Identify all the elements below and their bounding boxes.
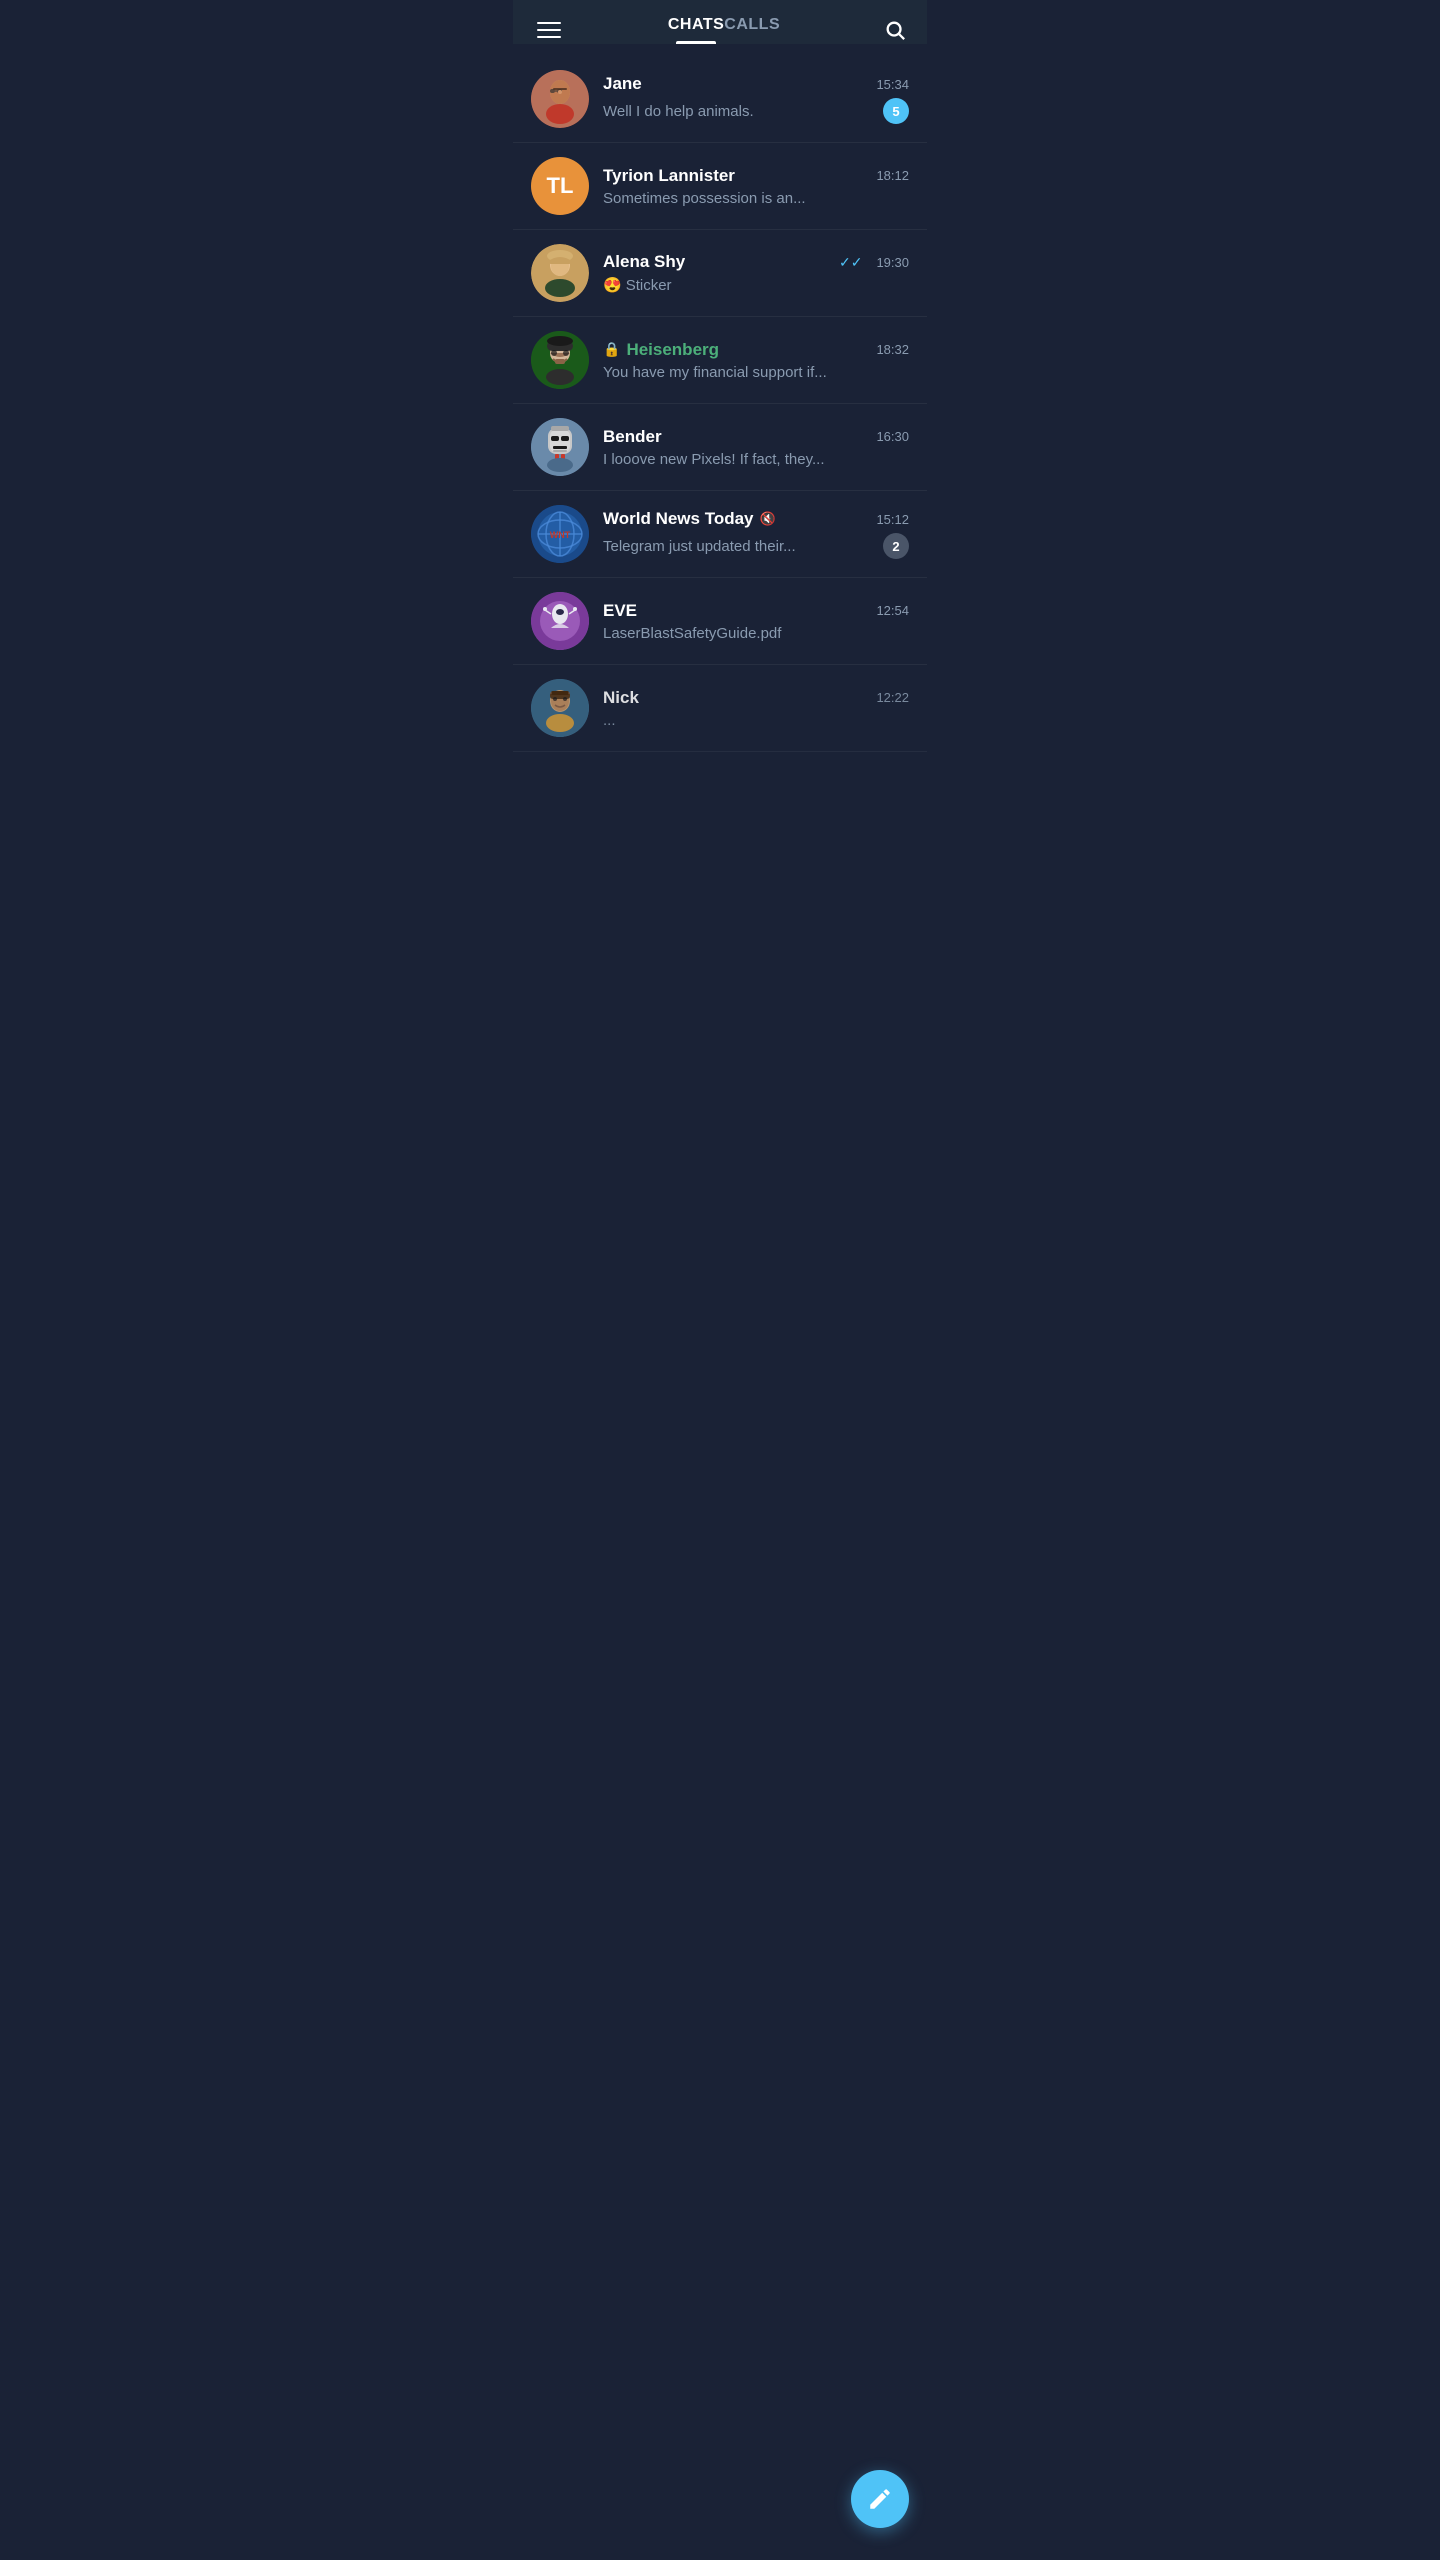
chat-preview: 😍 Sticker xyxy=(603,276,909,294)
chat-info: Nick 12:22 ... xyxy=(603,688,909,729)
tab-bar: CHATS CALLS xyxy=(668,16,780,44)
unread-badge: 2 xyxy=(883,533,909,559)
chat-preview: Sometimes possession is an... xyxy=(603,190,909,207)
chat-name: EVE xyxy=(603,601,637,621)
chat-time: 19:30 xyxy=(876,255,909,270)
chat-preview: You have my financial support if... xyxy=(603,364,909,381)
chat-name: Tyrion Lannister xyxy=(603,166,735,186)
chat-info: Bender 16:30 I looove new Pixels! If fac… xyxy=(603,427,909,468)
avatar xyxy=(531,244,589,302)
avatar: WNT xyxy=(531,505,589,563)
chat-info: World News Today 🔇 15:12 Telegram just u… xyxy=(603,509,909,559)
tab-chats[interactable]: CHATS xyxy=(668,16,724,44)
list-item[interactable]: WNT World News Today 🔇 15:12 Telegram ju… xyxy=(513,491,927,578)
avatar xyxy=(531,592,589,650)
menu-button[interactable] xyxy=(533,18,565,42)
svg-text:WNT: WNT xyxy=(550,530,571,540)
unread-badge: 5 xyxy=(883,98,909,124)
list-item[interactable]: TL Tyrion Lannister 18:12 Sometimes poss… xyxy=(513,143,927,230)
chat-time: 18:32 xyxy=(876,342,909,357)
chat-info: EVE 12:54 LaserBlastSafetyGuide.pdf xyxy=(603,601,909,642)
chat-name: Nick xyxy=(603,688,639,708)
chat-preview: Telegram just updated their... xyxy=(603,538,883,555)
compose-button[interactable] xyxy=(851,2470,909,2528)
chat-info: Alena Shy ✓✓ 19:30 😍 Sticker xyxy=(603,252,909,294)
avatar xyxy=(531,418,589,476)
chat-name: World News Today 🔇 xyxy=(603,509,776,529)
chat-time: 12:54 xyxy=(876,603,909,618)
chat-preview: I looove new Pixels! If fact, they... xyxy=(603,451,909,468)
chat-preview: Well I do help animals. xyxy=(603,103,883,120)
avatar xyxy=(531,679,589,737)
tab-calls[interactable]: CALLS xyxy=(724,16,780,44)
chat-name: Jane xyxy=(603,74,642,94)
list-item[interactable]: Jane 15:34 Well I do help animals. 5 xyxy=(513,56,927,143)
mute-icon: 🔇 xyxy=(760,511,776,527)
list-item[interactable]: EVE 12:54 LaserBlastSafetyGuide.pdf xyxy=(513,578,927,665)
chat-time: 15:12 xyxy=(876,512,909,527)
list-item[interactable]: Bender 16:30 I looove new Pixels! If fac… xyxy=(513,404,927,491)
read-receipt-icon: ✓✓ xyxy=(839,254,862,271)
lock-icon: 🔒 xyxy=(603,341,620,358)
chat-info: Tyrion Lannister 18:12 Sometimes possess… xyxy=(603,166,909,207)
chat-time: 12:22 xyxy=(876,690,909,705)
app-header: CHATS CALLS xyxy=(513,0,927,44)
search-button[interactable] xyxy=(883,18,907,42)
chat-info: Jane 15:34 Well I do help animals. 5 xyxy=(603,74,909,124)
sticker-emoji: 😍 xyxy=(603,276,622,294)
chat-time: 15:34 xyxy=(876,77,909,92)
chat-list: Jane 15:34 Well I do help animals. 5 TL … xyxy=(513,56,927,752)
chat-preview: LaserBlastSafetyGuide.pdf xyxy=(603,625,909,642)
avatar: TL xyxy=(531,157,589,215)
chat-name: Bender xyxy=(603,427,662,447)
chat-time: 16:30 xyxy=(876,429,909,444)
chat-info: 🔒 Heisenberg 18:32 You have my financial… xyxy=(603,340,909,381)
list-item[interactable]: Nick 12:22 ... xyxy=(513,665,927,752)
list-item[interactable]: Alena Shy ✓✓ 19:30 😍 Sticker xyxy=(513,230,927,317)
header-top-bar: CHATS CALLS xyxy=(533,16,907,44)
chat-name: 🔒 Heisenberg xyxy=(603,340,719,360)
avatar xyxy=(531,70,589,128)
chat-preview: ... xyxy=(603,712,909,729)
list-item[interactable]: 🔒 Heisenberg 18:32 You have my financial… xyxy=(513,317,927,404)
chat-name: Alena Shy xyxy=(603,252,685,272)
avatar xyxy=(531,331,589,389)
chat-time: 18:12 xyxy=(876,168,909,183)
